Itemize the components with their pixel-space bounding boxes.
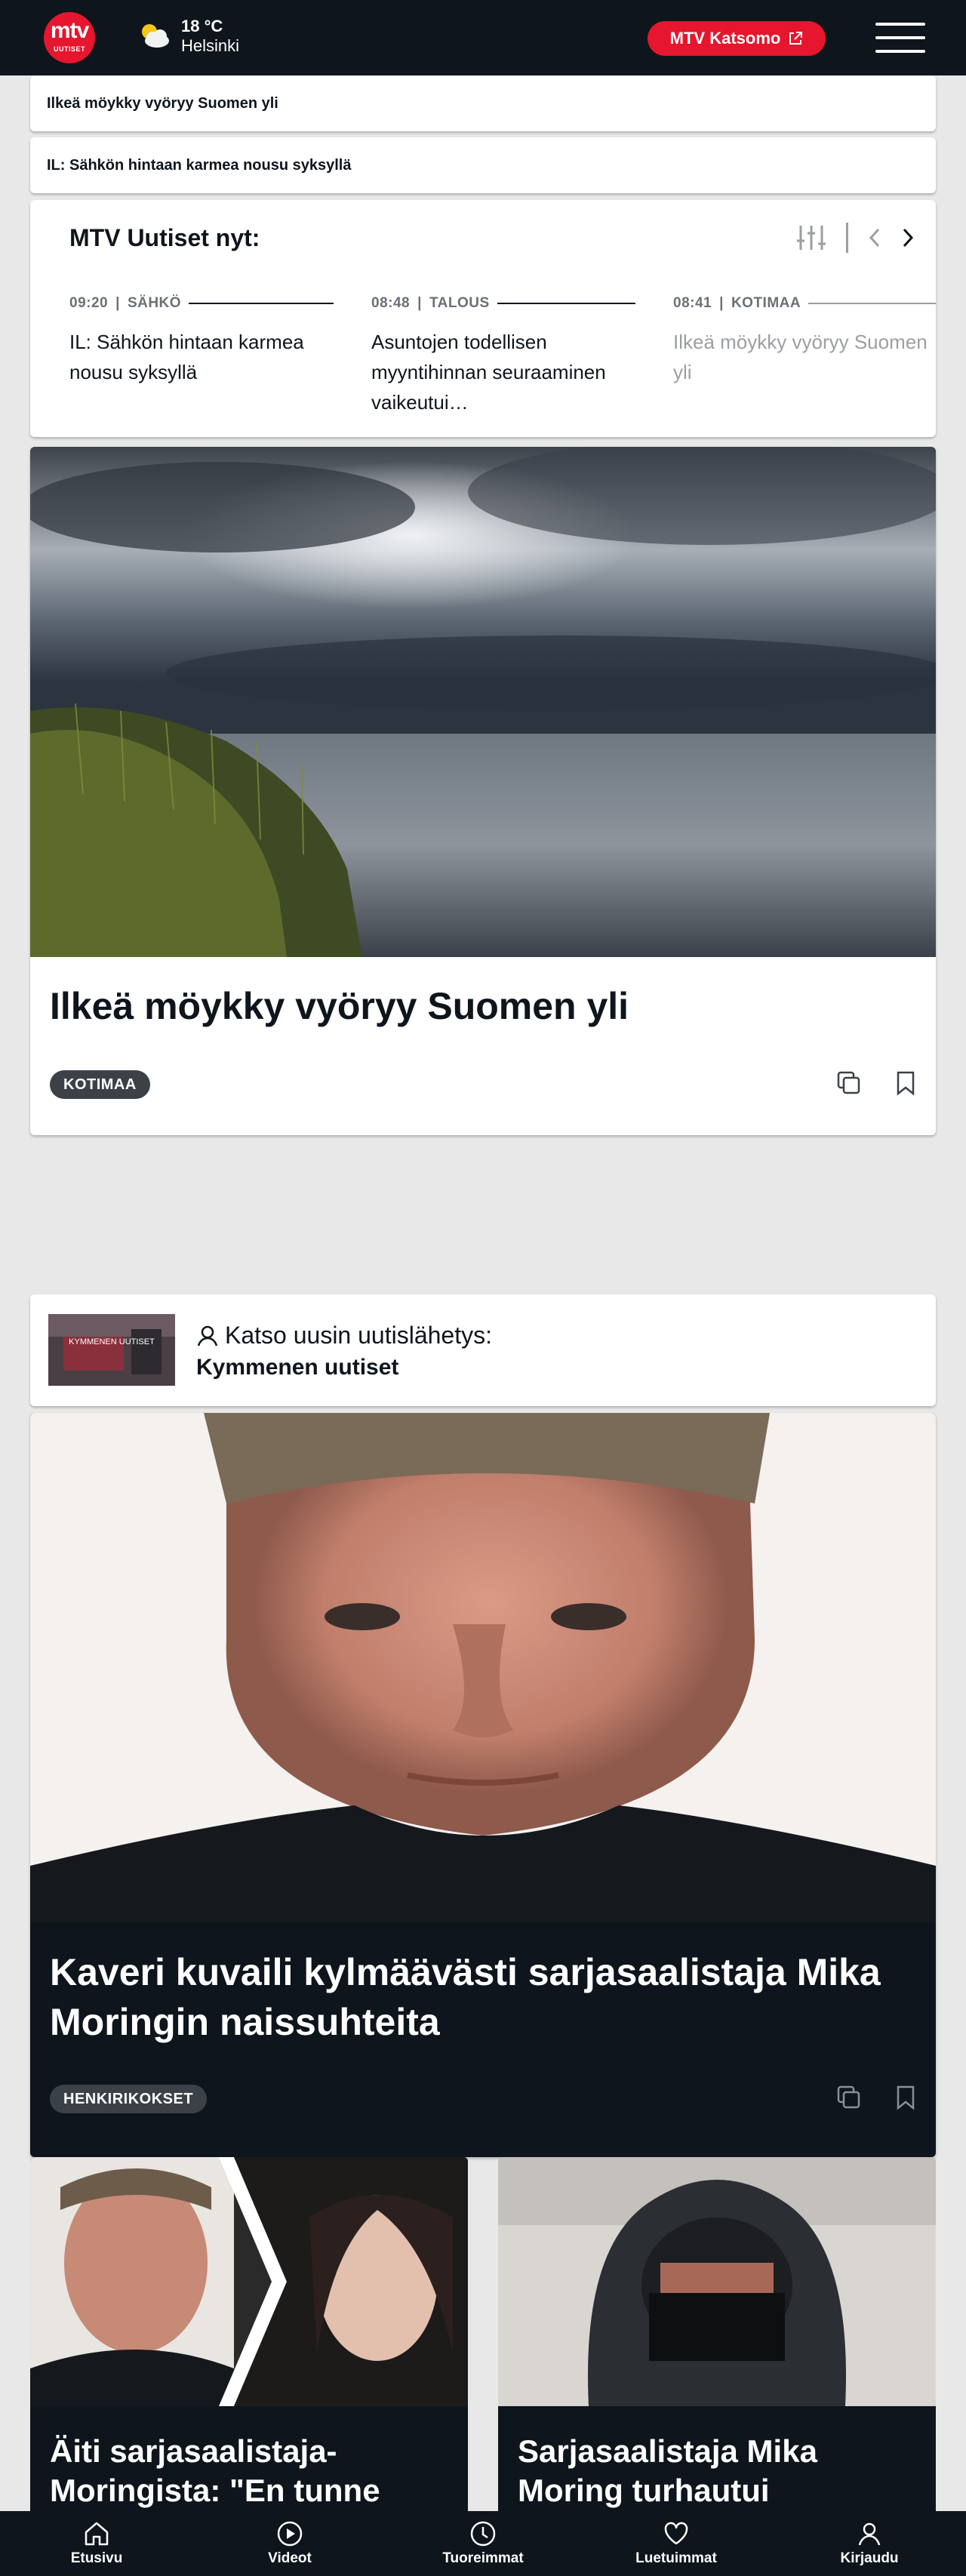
news-time: 08:48 bbox=[371, 295, 411, 311]
meta-separator: | bbox=[115, 295, 120, 311]
mtv-katsomo-button[interactable]: MTV Katsomo bbox=[648, 21, 826, 56]
bookmark-icon[interactable] bbox=[895, 2085, 916, 2110]
logo-subtext: UUTISET bbox=[53, 45, 85, 53]
feature-title: Kaveri kuvaili kylmäävästi sarjasaalista… bbox=[50, 1951, 881, 2043]
hooded-person-photo bbox=[498, 2157, 936, 2406]
card-actions bbox=[836, 1070, 916, 1096]
filter-sliders-icon[interactable] bbox=[796, 224, 826, 251]
portrait-photo bbox=[30, 1413, 936, 1923]
split-portrait-photo bbox=[30, 2157, 468, 2406]
breaking-news-bar-1[interactable]: Ilkeä möykky vyöryy Suomen yli bbox=[30, 75, 936, 131]
broadcast-thumbnail: KYMMENEN UUTISET bbox=[48, 1314, 175, 1386]
meta-line bbox=[497, 303, 635, 304]
news-category: KOTIMAA bbox=[731, 295, 801, 311]
hamburger-menu-icon[interactable] bbox=[875, 23, 925, 53]
katsomo-label: MTV Katsomo bbox=[669, 29, 781, 48]
latest-broadcast-bar[interactable]: KYMMENEN UUTISET Katso uusin uutislähety… bbox=[30, 1294, 936, 1406]
breaking-news-bar-2[interactable]: IL: Sähkön hintaan karmea nousu syksyllä bbox=[30, 137, 936, 193]
meta-line bbox=[808, 303, 936, 304]
news-headline: Ilkeä möykky vyöryy Suomen yli bbox=[673, 331, 928, 383]
copy-link-icon[interactable] bbox=[836, 2085, 862, 2110]
meta-separator: | bbox=[719, 295, 724, 311]
news-now-controls bbox=[796, 223, 915, 253]
meta-separator: | bbox=[417, 295, 422, 311]
news-now-meta: 08:48 | TALOUS bbox=[371, 295, 635, 312]
news-now-meta: 08:41 | KOTIMAA bbox=[673, 295, 936, 312]
user-icon bbox=[197, 1325, 218, 1346]
nav-item-luetuimmat[interactable]: Luetuimmat bbox=[580, 2511, 773, 2576]
copy-link-icon[interactable] bbox=[836, 1070, 862, 1096]
broadcast-label: Katso uusin uutislähetys: bbox=[225, 1322, 492, 1349]
meta-line bbox=[189, 303, 334, 304]
news-now-item[interactable]: 08:41 | KOTIMAA Ilkeä möykky vyöryy Suom… bbox=[673, 295, 936, 387]
news-category: TALOUS bbox=[429, 295, 490, 311]
news-category: SÄHKÖ bbox=[127, 295, 182, 311]
chevron-left-icon[interactable] bbox=[868, 227, 881, 248]
news-headline: Asuntojen todellisen myyntihinnan seuraa… bbox=[371, 331, 606, 414]
top-bar: mtv UUTISET 18 °C Helsinki MTV Katsomo bbox=[0, 0, 966, 75]
news-time: 08:41 bbox=[673, 295, 712, 311]
news-headline: IL: Sähkön hintaan karmea nousu syksyllä bbox=[69, 331, 304, 383]
news-now-item[interactable]: 09:20 | SÄHKÖ IL: Sähkön hintaan karmea … bbox=[69, 295, 334, 387]
nav-label: Kirjaudu bbox=[840, 2550, 899, 2566]
broadcast-label-row: Katso uusin uutislähetys: bbox=[196, 1322, 492, 1350]
card-actions bbox=[836, 2085, 916, 2110]
nav-item-videot[interactable]: Videot bbox=[193, 2511, 386, 2576]
external-link-icon bbox=[789, 32, 803, 45]
news-now-title: MTV Uutiset nyt: bbox=[69, 224, 260, 251]
feature-article-card-2[interactable]: Kaveri kuvaili kylmäävästi sarjasaalista… bbox=[30, 1413, 936, 2157]
news-time: 09:20 bbox=[69, 295, 109, 311]
mtv-uutiset-logo[interactable]: mtv UUTISET bbox=[44, 12, 95, 63]
nav-label: Luetuimmat bbox=[635, 2550, 717, 2566]
nav-label: Videot bbox=[268, 2550, 312, 2566]
lake-storm-image bbox=[30, 447, 936, 957]
clock-icon bbox=[470, 2521, 496, 2547]
nav-label: Etusivu bbox=[70, 2550, 123, 2566]
bottom-navigation: Etusivu Videot Tuoreimmat Luetuimmat Kir… bbox=[0, 2511, 966, 2576]
nav-label: Tuoreimmat bbox=[442, 2550, 524, 2566]
chevron-right-icon[interactable] bbox=[901, 227, 915, 248]
broadcast-program: Kymmenen uutiset bbox=[196, 1355, 399, 1380]
weather-city: Helsinki bbox=[181, 36, 240, 55]
feature-article-card[interactable]: Ilkeä möykky vyöryy Suomen yli KOTIMAA bbox=[30, 447, 936, 1135]
news-now-box: MTV Uutiset nyt: 09:20 | SÄHKÖ IL: Sähkö… bbox=[30, 200, 936, 437]
nav-item-etusivu[interactable]: Etusivu bbox=[0, 2511, 193, 2576]
category-tag[interactable]: HENKIRIKOKSET bbox=[50, 2085, 208, 2113]
user-icon bbox=[858, 2522, 881, 2546]
heart-icon bbox=[664, 2522, 688, 2545]
news-now-meta: 09:20 | SÄHKÖ bbox=[69, 295, 334, 312]
svg-text:KYMMENEN UUTISET: KYMMENEN UUTISET bbox=[69, 1337, 155, 1346]
bookmark-icon[interactable] bbox=[895, 1070, 916, 1096]
controls-divider bbox=[846, 223, 848, 253]
category-tag[interactable]: KOTIMAA bbox=[50, 1070, 150, 1099]
news-now-item[interactable]: 08:48 | TALOUS Asuntojen todellisen myyn… bbox=[371, 295, 635, 417]
partly-cloudy-icon bbox=[142, 24, 169, 48]
home-icon bbox=[85, 2522, 109, 2546]
temperature: 18 °C bbox=[181, 17, 223, 35]
nav-item-kirjaudu[interactable]: Kirjaudu bbox=[773, 2511, 966, 2576]
nav-item-tuoreimmat[interactable]: Tuoreimmat bbox=[386, 2511, 580, 2576]
logo-text: mtv bbox=[50, 18, 89, 43]
feature-title: Ilkeä möykky vyöryy Suomen yli bbox=[50, 985, 629, 1027]
play-icon bbox=[277, 2521, 303, 2547]
